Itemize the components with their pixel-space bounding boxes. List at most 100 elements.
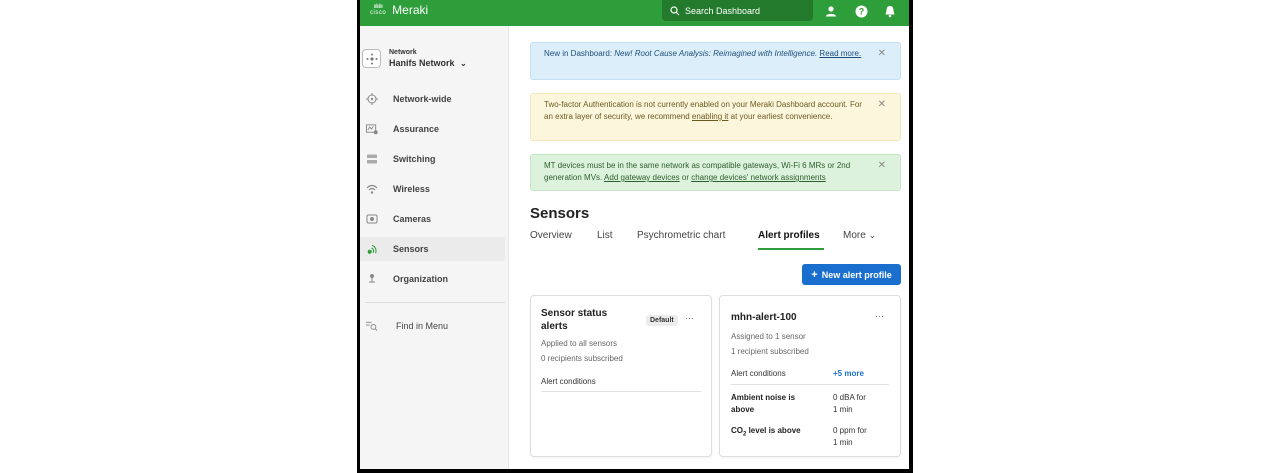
new-alert-profile-label: New alert profile	[821, 269, 892, 280]
network-name-row: Hanifs Network ⌄	[389, 58, 467, 68]
banner-two-factor: Two-factor Authentication is not current…	[530, 93, 901, 141]
sidebar-item-label: Wireless	[393, 184, 430, 194]
tab-label: List	[597, 230, 613, 241]
tab-alert-profiles[interactable]: Alert profiles	[758, 230, 824, 250]
card-assigned-text: Assigned to 1 sensor	[731, 332, 806, 341]
svg-text:?: ?	[858, 6, 864, 16]
new-alert-profile-button[interactable]: + New alert profile	[802, 264, 901, 285]
sidebar-divider	[365, 302, 505, 303]
close-icon[interactable]: ✕	[878, 99, 886, 111]
plus-icon: +	[811, 268, 818, 281]
tab-more[interactable]: More ⌄	[843, 230, 876, 250]
cisco-logo: ıılıılıı cisco	[370, 4, 387, 16]
network-label: Network	[389, 49, 417, 56]
more-conditions-link[interactable]: +5 more	[833, 369, 864, 378]
sidebar-item-label: Organization	[393, 274, 449, 284]
organization-icon	[366, 273, 378, 285]
sidebar-item-assurance[interactable]: Assurance	[360, 117, 505, 141]
card-divider	[541, 391, 701, 392]
cisco-text: cisco	[370, 10, 387, 16]
add-gateway-devices-link[interactable]: Add gateway devices	[604, 173, 680, 182]
change-network-assignments-link[interactable]: change devices' network assignments	[691, 173, 826, 182]
condition-name-part: level is above	[746, 426, 801, 435]
read-more-link[interactable]: Read more.	[819, 49, 861, 58]
condition-name-line: Ambient noise is	[731, 393, 796, 402]
close-icon[interactable]: ✕	[878, 160, 886, 172]
find-in-menu[interactable]: Find in Menu	[360, 314, 505, 338]
assurance-icon	[366, 123, 378, 135]
tab-label: More	[843, 230, 866, 241]
alert-conditions-label: Alert conditions	[731, 369, 786, 378]
sidebar-item-cameras[interactable]: Cameras	[360, 207, 505, 231]
network-icon	[366, 93, 378, 105]
condition-value-line: 1 min	[833, 438, 853, 447]
banner-text: at your earliest convenience.	[728, 112, 833, 121]
find-in-menu-label: Find in Menu	[396, 321, 449, 331]
brand-name: Meraki	[392, 3, 429, 17]
condition-name-part: CO	[731, 426, 743, 435]
condition-name: CO2 level is above	[731, 425, 801, 441]
switch-icon	[366, 153, 378, 165]
condition-value: 0 ppm for 1 min	[833, 425, 867, 449]
banner-prefix: New in Dashboard:	[544, 49, 615, 58]
search-input[interactable]: Search Dashboard	[662, 0, 813, 21]
network-selector[interactable]: Network Hanifs Network ⌄	[362, 49, 467, 68]
card-divider	[731, 384, 889, 385]
tab-list[interactable]: List	[597, 230, 637, 250]
alert-conditions-label: Alert conditions	[541, 377, 596, 386]
sensor-icon	[366, 243, 378, 255]
sidebar-item-label: Assurance	[393, 124, 440, 134]
condition-name: Ambient noise is above	[731, 392, 795, 416]
tab-psychrometric-chart[interactable]: Psychrometric chart	[637, 230, 758, 250]
tab-label: Overview	[530, 230, 572, 241]
banner-feature-name: New! Root Cause Analysis: Reimagined wit…	[614, 49, 818, 58]
alert-profile-card-sensor-status[interactable]: Sensor status alerts Default ··· Applied…	[530, 295, 712, 457]
network-name: Hanifs Network	[389, 58, 455, 68]
tab-bar: Overview List Psychrometric chart Alert …	[530, 230, 876, 250]
notifications-bell-icon[interactable]	[883, 4, 897, 18]
meraki-logo[interactable]: ıılıılıı cisco Meraki	[370, 3, 428, 17]
tab-label: Psychrometric chart	[637, 230, 726, 241]
page-title: Sensors	[530, 205, 590, 222]
card-title-line: alerts	[541, 321, 568, 332]
condition-value-line: 1 min	[833, 405, 853, 414]
card-title: mhn-alert-100	[731, 312, 797, 323]
condition-value-line: 0 ppm for	[833, 426, 867, 435]
more-options-icon[interactable]: ···	[875, 311, 884, 321]
chevron-down-icon: ⌄	[868, 230, 877, 240]
sidebar: Network Hanifs Network ⌄ Network-wide As…	[360, 26, 509, 469]
more-options-icon[interactable]: ···	[685, 313, 694, 323]
search-placeholder: Search Dashboard	[685, 5, 761, 16]
sidebar-item-label: Cameras	[393, 214, 432, 224]
alert-profile-card-mhn[interactable]: mhn-alert-100 ··· Assigned to 1 sensor 1…	[719, 295, 901, 457]
user-icon[interactable]	[824, 4, 838, 18]
card-recipients-text: 0 recipients subscribed	[541, 354, 623, 363]
default-badge: Default	[646, 315, 678, 326]
card-title-line: Sensor status	[541, 308, 608, 319]
tab-label: Alert profiles	[758, 230, 820, 241]
card-recipients-text: 1 recipient subscribed	[731, 347, 809, 356]
condition-value-line: 0 dBA for	[833, 393, 866, 402]
sidebar-item-label: Network-wide	[393, 94, 452, 104]
enable-2fa-link[interactable]: enabling it	[692, 112, 728, 121]
sidebar-item-sensors[interactable]: Sensors	[360, 237, 505, 261]
network-selector-icon	[362, 49, 381, 68]
app-window: ıılıılıı cisco Meraki Search Dashboard ?…	[360, 0, 909, 469]
menu-search-icon	[366, 320, 378, 332]
sidebar-item-network-wide[interactable]: Network-wide	[360, 87, 505, 111]
condition-value: 0 dBA for 1 min	[833, 392, 866, 416]
tab-overview[interactable]: Overview	[530, 230, 597, 250]
wifi-icon	[366, 183, 378, 195]
card-title: Sensor status alerts	[541, 307, 607, 333]
sidebar-item-switching[interactable]: Switching	[360, 147, 505, 171]
banner-new-feature: New in Dashboard: New! Root Cause Analys…	[530, 42, 901, 80]
sidebar-item-organization[interactable]: Organization	[360, 267, 505, 291]
sidebar-item-label: Sensors	[393, 244, 429, 254]
sidebar-item-wireless[interactable]: Wireless	[360, 177, 505, 201]
top-bar: ıılıılıı cisco Meraki Search Dashboard ?	[360, 0, 909, 26]
help-icon[interactable]: ?	[854, 4, 868, 18]
camera-icon	[366, 213, 378, 225]
card-applied-text: Applied to all sensors	[541, 339, 618, 348]
close-icon[interactable]: ✕	[878, 48, 886, 60]
search-icon	[670, 5, 680, 15]
